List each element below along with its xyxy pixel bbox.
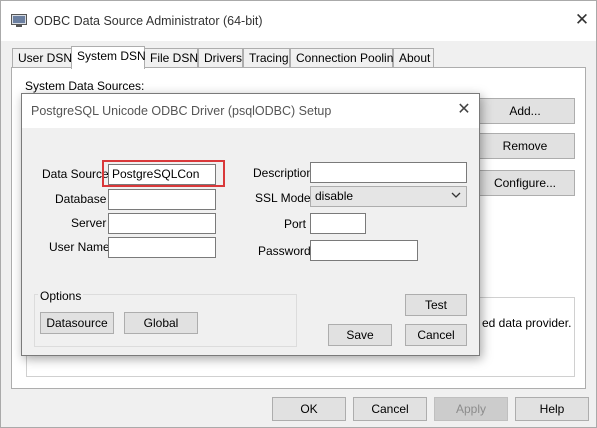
global-options-button[interactable]: Global xyxy=(124,312,198,334)
port-label: Port xyxy=(284,217,307,231)
server-label: Server xyxy=(71,216,107,230)
data-source-label: Data Source xyxy=(42,167,109,181)
close-icon[interactable]: ✕ xyxy=(455,101,473,119)
description-label: Description xyxy=(253,166,314,180)
password-label: Password xyxy=(258,244,311,258)
system-data-sources-label: System Data Sources: xyxy=(25,79,145,93)
tab-about[interactable]: About xyxy=(393,48,434,68)
test-button[interactable]: Test xyxy=(405,294,467,316)
tab-connection-pooling[interactable]: Connection Pooling xyxy=(290,48,400,68)
tab-tracing[interactable]: Tracing xyxy=(243,48,290,68)
ssl-mode-select[interactable]: disable xyxy=(310,186,467,207)
server-input[interactable] xyxy=(108,213,216,234)
dialog-titlebar: PostgreSQL Unicode ODBC Driver (psqlODBC… xyxy=(22,94,479,128)
cancel-button[interactable]: Cancel xyxy=(353,397,427,421)
user-name-label: User Name xyxy=(49,240,110,254)
info-text: ed data provider. xyxy=(482,316,572,330)
chevron-down-icon xyxy=(451,188,461,207)
remove-button[interactable]: Remove xyxy=(475,133,575,159)
tab-file-dsn[interactable]: File DSN xyxy=(144,48,198,68)
database-input[interactable] xyxy=(108,189,216,210)
database-label: Database xyxy=(55,192,107,206)
ssl-mode-label: SSL Mode xyxy=(255,191,311,205)
dialog-cancel-button[interactable]: Cancel xyxy=(405,324,467,346)
tab-user-dsn[interactable]: User DSN xyxy=(12,48,72,68)
close-icon[interactable]: ✕ xyxy=(573,11,591,29)
configure-button[interactable]: Configure... xyxy=(475,170,575,196)
datasource-options-button[interactable]: Datasource xyxy=(40,312,114,334)
odbc-app-icon xyxy=(11,14,27,28)
tab-system-dsn[interactable]: System DSN xyxy=(71,46,146,69)
window-titlebar: ODBC Data Source Administrator (64-bit) … xyxy=(1,1,596,41)
data-source-highlight xyxy=(102,160,225,187)
window-title: ODBC Data Source Administrator (64-bit) xyxy=(34,14,263,28)
psqlodbc-setup-dialog: PostgreSQL Unicode ODBC Driver (psqlODBC… xyxy=(21,93,480,356)
options-group-label: Options xyxy=(38,289,84,303)
apply-button[interactable]: Apply xyxy=(434,397,508,421)
help-button[interactable]: Help xyxy=(515,397,589,421)
add-button[interactable]: Add... xyxy=(475,98,575,124)
user-name-input[interactable] xyxy=(108,237,216,258)
save-button[interactable]: Save xyxy=(328,324,392,346)
port-input[interactable] xyxy=(310,213,366,234)
ssl-mode-value: disable xyxy=(315,189,354,203)
password-input[interactable] xyxy=(310,240,418,261)
dialog-title: PostgreSQL Unicode ODBC Driver (psqlODBC… xyxy=(31,104,332,118)
tab-drivers[interactable]: Drivers xyxy=(198,48,243,68)
description-input[interactable] xyxy=(310,162,467,183)
ok-button[interactable]: OK xyxy=(272,397,346,421)
